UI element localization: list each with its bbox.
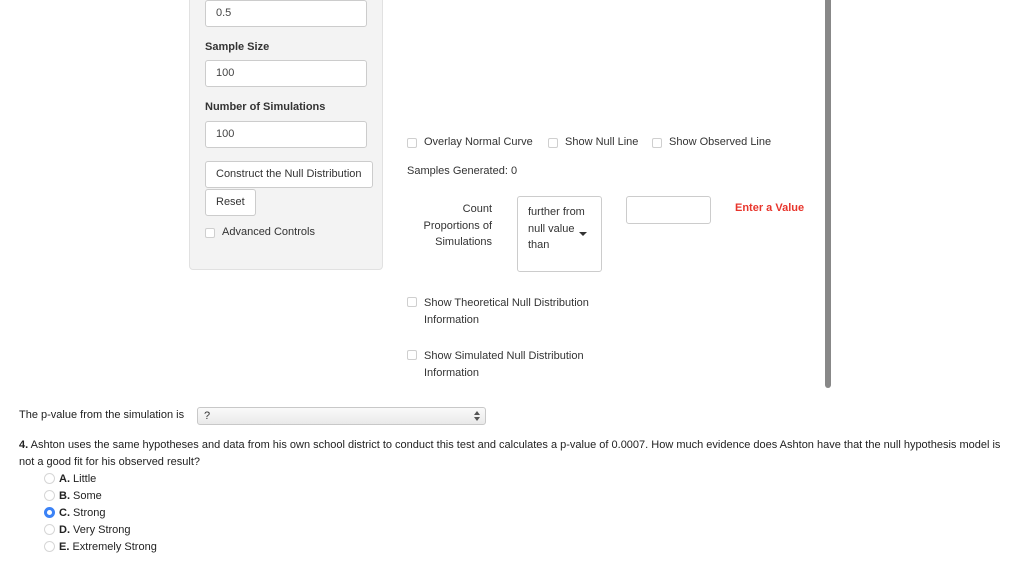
show-theoretical-info-checkbox[interactable] bbox=[407, 297, 417, 307]
radio-button[interactable] bbox=[44, 541, 55, 552]
option-letter: E. bbox=[59, 541, 70, 553]
label-line: Information bbox=[424, 313, 480, 326]
radio-button-checked[interactable] bbox=[44, 507, 55, 518]
show-simulated-info-label: Show Simulated Null Distribution Informa… bbox=[424, 348, 584, 381]
overlay-normal-curve-label: Overlay Normal Curve bbox=[424, 136, 533, 148]
reset-button[interactable]: Reset bbox=[205, 189, 256, 216]
label-line: Show Simulated Null Distribution bbox=[424, 350, 584, 362]
question-body: Ashton uses the same hypotheses and data… bbox=[19, 439, 1001, 468]
option-letter: C. bbox=[59, 507, 70, 519]
option-text: Extremely Strong bbox=[69, 541, 157, 553]
count-label-line: Proportions of bbox=[423, 219, 492, 232]
advanced-controls-label: Advanced Controls bbox=[222, 226, 315, 238]
advanced-controls-checkbox[interactable] bbox=[205, 228, 215, 238]
radio-button[interactable] bbox=[44, 524, 55, 535]
option-text: Little bbox=[70, 473, 97, 485]
question-number: 4. bbox=[19, 439, 29, 451]
show-observed-line-label: Show Observed Line bbox=[669, 136, 772, 148]
direction-select[interactable]: further from null value than bbox=[517, 196, 602, 272]
label-line: Show Theoretical Null Distribution bbox=[424, 297, 589, 309]
vertical-scrollbar[interactable] bbox=[825, 0, 831, 388]
sample-size-label: Sample Size bbox=[205, 41, 270, 53]
updown-arrows-icon bbox=[474, 411, 480, 421]
count-label-line: Count bbox=[462, 203, 492, 215]
construct-null-distribution-button[interactable]: Construct the Null Distribution bbox=[205, 161, 373, 188]
radio-button[interactable] bbox=[44, 490, 55, 501]
show-null-line-checkbox[interactable] bbox=[548, 138, 558, 148]
enter-value-warning: Enter a Value bbox=[735, 202, 805, 214]
question-text: 4. Ashton uses the same hypotheses and d… bbox=[19, 437, 1009, 470]
radio-button[interactable] bbox=[44, 473, 55, 484]
null-proportion-input[interactable]: 0.5 bbox=[205, 0, 367, 27]
show-null-line-label: Show Null Line bbox=[565, 136, 639, 148]
samples-generated-text: Samples Generated: 0 bbox=[407, 165, 518, 177]
num-simulations-input[interactable]: 100 bbox=[205, 121, 367, 148]
num-simulations-label: Number of Simulations bbox=[205, 101, 326, 113]
direction-line: than bbox=[528, 239, 550, 251]
option-text: Some bbox=[70, 490, 102, 502]
cutoff-value-input[interactable] bbox=[626, 196, 711, 224]
pvalue-select[interactable]: ? bbox=[197, 407, 486, 425]
option-letter: A. bbox=[59, 473, 70, 485]
overlay-normal-curve-checkbox[interactable] bbox=[407, 138, 417, 148]
show-simulated-info-checkbox[interactable] bbox=[407, 350, 417, 360]
label-line: Information bbox=[424, 366, 480, 379]
option-text: Very Strong bbox=[70, 524, 131, 536]
count-label-line: Simulations bbox=[435, 236, 492, 248]
option-letter: D. bbox=[59, 524, 70, 536]
pvalue-label: The p-value from the simulation is bbox=[19, 409, 185, 421]
direction-line: further from bbox=[528, 206, 585, 218]
show-observed-line-checkbox[interactable] bbox=[652, 138, 662, 148]
show-theoretical-info-label: Show Theoretical Null Distribution Infor… bbox=[424, 295, 589, 328]
direction-select-value: further from null value than bbox=[528, 204, 588, 254]
pvalue-selected: ? bbox=[204, 410, 211, 422]
count-proportions-label: Count Proportions of Simulations bbox=[407, 201, 492, 251]
option-text: Strong bbox=[70, 507, 106, 519]
option-letter: B. bbox=[59, 490, 70, 502]
sample-size-input[interactable]: 100 bbox=[205, 60, 367, 87]
chevron-down-icon bbox=[579, 232, 587, 236]
